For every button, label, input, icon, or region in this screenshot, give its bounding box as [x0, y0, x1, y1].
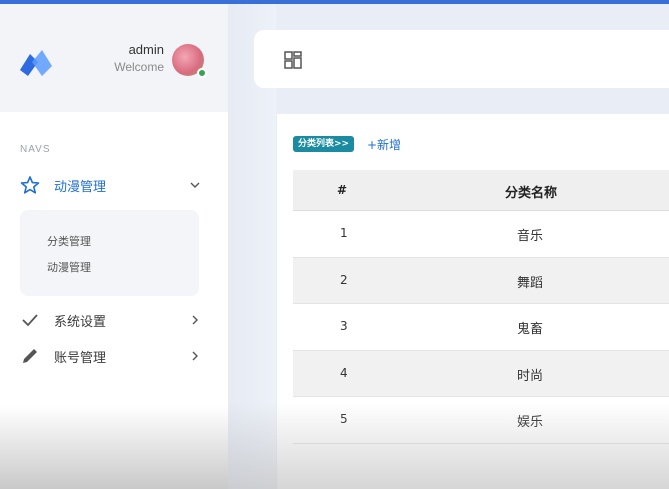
category-list-badge: 分类列表>>: [293, 136, 355, 152]
row-category-name: 时尚: [517, 368, 544, 384]
sidebar-item-anime[interactable]: 动漫管理: [0, 170, 228, 200]
sidebar-item-label: 账号管理: [54, 350, 107, 366]
star-icon: [20, 176, 40, 194]
category-table: # 分类名称 1 音乐 2 舞蹈 3 鬼畜 4 时尚 5 娱乐: [293, 170, 669, 444]
row-category-name: 鬼畜: [517, 322, 544, 337]
table-row: 4 时尚: [293, 350, 669, 397]
sidebar-item-settings[interactable]: 系统设置: [0, 305, 228, 335]
sidebar-header: admin Welcome: [0, 4, 228, 112]
check-icon: [22, 314, 38, 327]
column-header-index: #: [337, 183, 348, 197]
table-row: 3 鬼畜: [293, 304, 669, 351]
sidebar: admin Welcome NAVS 动漫管理 分类管理 动漫管理 系统设置 账…: [0, 4, 228, 489]
column-header-name: 分类名称: [505, 186, 558, 201]
sidebar-item-label: 动漫管理: [54, 179, 107, 195]
table-row: 1 音乐: [293, 211, 669, 258]
sidebar-item-label: 系统设置: [54, 314, 107, 330]
sidebar-item-account[interactable]: 账号管理: [0, 341, 228, 371]
row-index: 1: [340, 226, 348, 240]
chevron-down-icon: [190, 182, 200, 188]
submenu-item-category[interactable]: 分类管理: [47, 233, 91, 249]
dashboard-icon[interactable]: [284, 51, 302, 69]
sidebar-bottom-shade: [0, 406, 228, 489]
row-category-name: 音乐: [517, 229, 544, 244]
row-category-name: 舞蹈: [517, 275, 544, 291]
row-index: 2: [340, 272, 348, 287]
top-bar: [254, 30, 669, 88]
user-name: admin: [128, 42, 164, 57]
add-category-link[interactable]: +新增: [367, 136, 401, 153]
online-status-icon: [197, 68, 207, 78]
chevron-right-icon: [192, 315, 198, 325]
submenu-anime: 分类管理 动漫管理: [20, 210, 199, 296]
logo-icon: [20, 50, 52, 76]
content-panel: 分类列表>> +新增 # 分类名称 1 音乐 2 舞蹈 3 鬼畜 4 时尚 5 …: [277, 114, 669, 489]
chevron-right-icon: [192, 351, 198, 361]
table-header: # 分类名称: [293, 170, 669, 211]
row-index: 3: [340, 319, 348, 333]
row-category-name: 娱乐: [517, 415, 544, 430]
pencil-icon: [23, 349, 37, 363]
row-index: 5: [340, 412, 348, 426]
nav-section-label: NAVS: [20, 144, 51, 155]
table-row: 5 娱乐: [293, 397, 669, 444]
table-row: 2 舞蹈: [293, 257, 669, 304]
row-index: 4: [340, 365, 348, 380]
submenu-item-anime[interactable]: 动漫管理: [47, 259, 91, 275]
user-welcome: Welcome: [114, 60, 164, 74]
